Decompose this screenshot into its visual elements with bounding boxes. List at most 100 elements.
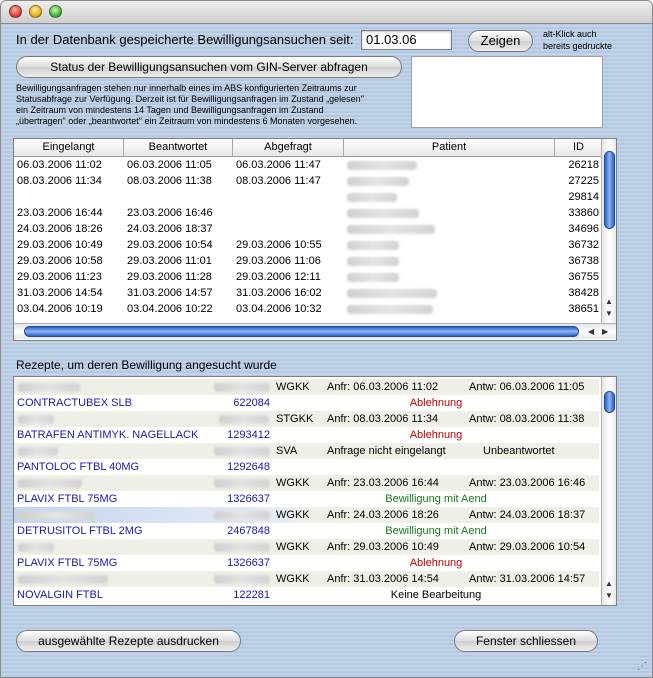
rezept-header-row[interactable]: SVA Anfrage nicht eingelangt Unbeantwort…: [14, 443, 599, 459]
patient-name-redacted: [347, 177, 409, 186]
rezept-kasse: WGKK: [276, 381, 310, 393]
since-date-field[interactable]: 01.03.06: [361, 30, 452, 50]
rezept-code: 622084: [233, 397, 270, 409]
patient-name-redacted: [347, 193, 397, 202]
col-abgefragt[interactable]: Abgefragt: [233, 139, 344, 156]
table-row[interactable]: 29.03.2006 10:49 29.03.2006 10:54 29.03.…: [14, 237, 602, 253]
scroll-up-arrow-icon[interactable]: ▲: [605, 579, 613, 588]
table-row[interactable]: 08.03.2006 11:34 08.03.2006 11:38 08.03.…: [14, 173, 602, 189]
col-eingelangt[interactable]: Eingelangt: [14, 139, 124, 156]
resize-grip-icon[interactable]: ⋰: [637, 661, 647, 672]
scroll-right-arrow-icon[interactable]: ▶: [602, 327, 608, 336]
rezept-status: Bewilligung mit Aend: [385, 493, 487, 505]
close-window-icon[interactable]: [9, 5, 22, 18]
cell-id: 27225: [568, 175, 599, 187]
requests-vertical-scroll-thumb[interactable]: [604, 151, 615, 229]
rezept-kasse: SVA: [276, 445, 298, 457]
info-text: Bewilligungsanfragen stehen nur innerhal…: [16, 83, 364, 127]
rezept-drug-row[interactable]: PLAVIX FTBL 75MG 1326637 Bewilligung mit…: [14, 491, 599, 507]
rezept-kasse: WGKK: [276, 573, 310, 585]
scroll-left-arrow-icon[interactable]: ◀: [588, 327, 594, 336]
patient-name-redacted: [347, 225, 435, 234]
since-label: In der Datenbank gespeicherte Bewilligun…: [16, 32, 354, 47]
rezept-header-row[interactable]: WGKK Anfr: 06.03.2006 11:02 Antw: 06.03.…: [14, 379, 599, 395]
requests-table: Eingelangt Beantwortet Abgefragt Patient…: [13, 138, 617, 341]
rezept-drug-row[interactable]: DETRUSITOL FTBL 2MG 2467848 Bewilligung …: [14, 523, 599, 539]
query-status-button[interactable]: Status der Bewilligungsansuchen vom GIN-…: [16, 56, 402, 78]
rezept-antwort: Antw: 08.03.2006 11:38: [469, 413, 585, 425]
minimize-window-icon[interactable]: [29, 5, 42, 18]
patient-name-redacted: [18, 415, 54, 424]
table-row[interactable]: 03.04.2006 10:19 03.04.2006 10:22 03.04.…: [14, 301, 602, 317]
rezept-drug-row[interactable]: PLAVIX FTBL 75MG 1326637 Ablehnung: [14, 555, 599, 571]
patient-number-redacted: [214, 543, 270, 552]
col-beantwortet[interactable]: Beantwortet: [124, 139, 233, 156]
patient-name-redacted: [18, 511, 94, 520]
rezept-code: 1326637: [227, 557, 270, 569]
col-id[interactable]: ID: [555, 139, 602, 156]
print-selected-button[interactable]: ausgewählte Rezepte ausdrucken: [16, 630, 241, 652]
cell-beantwortet: 08.03.2006 11:38: [127, 175, 212, 187]
scroll-down-arrow-icon[interactable]: ▼: [605, 591, 613, 600]
cell-beantwortet: 03.04.2006 10:22: [127, 303, 213, 315]
table-row[interactable]: 29.03.2006 11:23 29.03.2006 11:28 29.03.…: [14, 269, 602, 285]
table-row[interactable]: 29814: [14, 189, 602, 205]
rezept-medikament: DETRUSITOL FTBL 2MG: [17, 525, 143, 537]
rezept-header-row[interactable]: WGKK Anfr: 23.03.2006 16:44 Antw: 23.03.…: [14, 475, 599, 491]
patient-name-redacted: [18, 543, 54, 552]
rezepte-list: WGKK Anfr: 06.03.2006 11:02 Antw: 06.03.…: [13, 376, 617, 606]
patient-name-redacted: [347, 209, 419, 218]
zoom-window-icon[interactable]: [49, 5, 62, 18]
scroll-up-arrow-icon[interactable]: ▲: [605, 297, 613, 306]
rezept-medikament: PLAVIX FTBL 75MG: [17, 557, 118, 569]
rezept-anfrage: Anfr: 31.03.2006 14:54: [327, 573, 439, 585]
table-row[interactable]: 24.03.2006 18:26 24.03.2006 18:37 34696: [14, 221, 602, 237]
rezept-header-row-selected[interactable]: WGKK Anfr: 24.03.2006 18:26 Antw: 24.03.…: [14, 507, 599, 523]
rezept-medikament: BATRAFEN ANTIMYK. NAGELLACK: [17, 429, 199, 441]
cell-id: 36738: [568, 255, 599, 267]
table-row[interactable]: 29.03.2006 10:58 29.03.2006 11:01 29.03.…: [14, 253, 602, 269]
show-button[interactable]: Zeigen: [468, 30, 533, 52]
rezept-drug-row[interactable]: NOVALGIN FTBL 122281 Keine Bearbeitung: [14, 587, 599, 603]
info-line-2: Statusabfrage zur Verfügung. Derzeit ist…: [16, 94, 364, 104]
table-row[interactable]: 31.03.2006 14:54 31.03.2006 14:57 31.03.…: [14, 285, 602, 301]
rezept-antwort: Antw: 06.03.2006 11:05: [469, 381, 585, 393]
cell-eingelangt: 31.03.2006 14:54: [17, 287, 103, 299]
rezept-kasse: WGKK: [276, 477, 310, 489]
rezept-antwort: Antw: 24.03.2006 18:37: [469, 509, 586, 521]
patient-name-redacted: [347, 305, 433, 314]
patient-name-redacted: [18, 575, 108, 584]
rezept-medikament: PLAVIX FTBL 75MG: [17, 493, 118, 505]
rezept-code: 2467848: [227, 525, 270, 537]
rezept-header-row[interactable]: WGKK Anfr: 31.03.2006 14:54 Antw: 31.03.…: [14, 571, 599, 587]
requests-vertical-scrollbar[interactable]: ▲ ▼: [601, 139, 616, 323]
close-window-button[interactable]: Fenster schliessen: [454, 630, 598, 652]
table-row[interactable]: 06.03.2006 11:02 06.03.2006 11:05 06.03.…: [14, 157, 602, 173]
rezept-header-row[interactable]: STGKK Anfr: 08.03.2006 11:34 Antw: 08.03…: [14, 411, 599, 427]
cell-abgefragt: 29.03.2006 11:06: [236, 255, 321, 267]
rezept-drug-row[interactable]: BATRAFEN ANTIMYK. NAGELLACK 1293412 Able…: [14, 427, 599, 443]
rezept-anfrage: Anfr: 24.03.2006 18:26: [327, 509, 439, 521]
cell-id: 36755: [568, 271, 599, 283]
rezepte-vertical-scroll-thumb[interactable]: [604, 391, 615, 413]
rezept-medikament: PANTOLOC FTBL 40MG: [17, 461, 140, 473]
col-patient[interactable]: Patient: [344, 139, 555, 156]
cell-eingelangt: 08.03.2006 11:34: [17, 175, 102, 187]
rezept-drug-row[interactable]: CONTRACTUBEX SLB 622084 Ablehnung: [14, 395, 599, 411]
rezepte-section-label: Rezepte, um deren Bewilligung angesucht …: [16, 358, 277, 372]
rezept-drug-row[interactable]: PANTOLOC FTBL 40MG 1292648: [14, 459, 599, 475]
altclick-note-line1: alt-Klick auch: [543, 29, 597, 39]
rezept-status: Keine Bearbeitung: [390, 589, 482, 601]
rezept-header-row[interactable]: WGKK Anfr: 29.03.2006 10:49 Antw: 29.03.…: [14, 539, 599, 555]
scroll-down-arrow-icon[interactable]: ▼: [605, 309, 613, 318]
patient-number-redacted: [214, 479, 270, 488]
requests-horizontal-scrollbar[interactable]: ◀ ▶: [14, 323, 616, 339]
requests-horizontal-scroll-thumb[interactable]: [24, 326, 579, 337]
patient-name-redacted: [18, 383, 80, 392]
cell-eingelangt: 29.03.2006 11:23: [17, 271, 102, 283]
rezepte-vertical-scrollbar[interactable]: ▲ ▼: [601, 377, 616, 605]
patient-number-redacted: [219, 415, 269, 424]
cell-beantwortet: 29.03.2006 11:28: [127, 271, 212, 283]
cell-eingelangt: 23.03.2006 16:44: [17, 207, 103, 219]
table-row[interactable]: 23.03.2006 16:44 23.03.2006 16:46 33860: [14, 205, 602, 221]
